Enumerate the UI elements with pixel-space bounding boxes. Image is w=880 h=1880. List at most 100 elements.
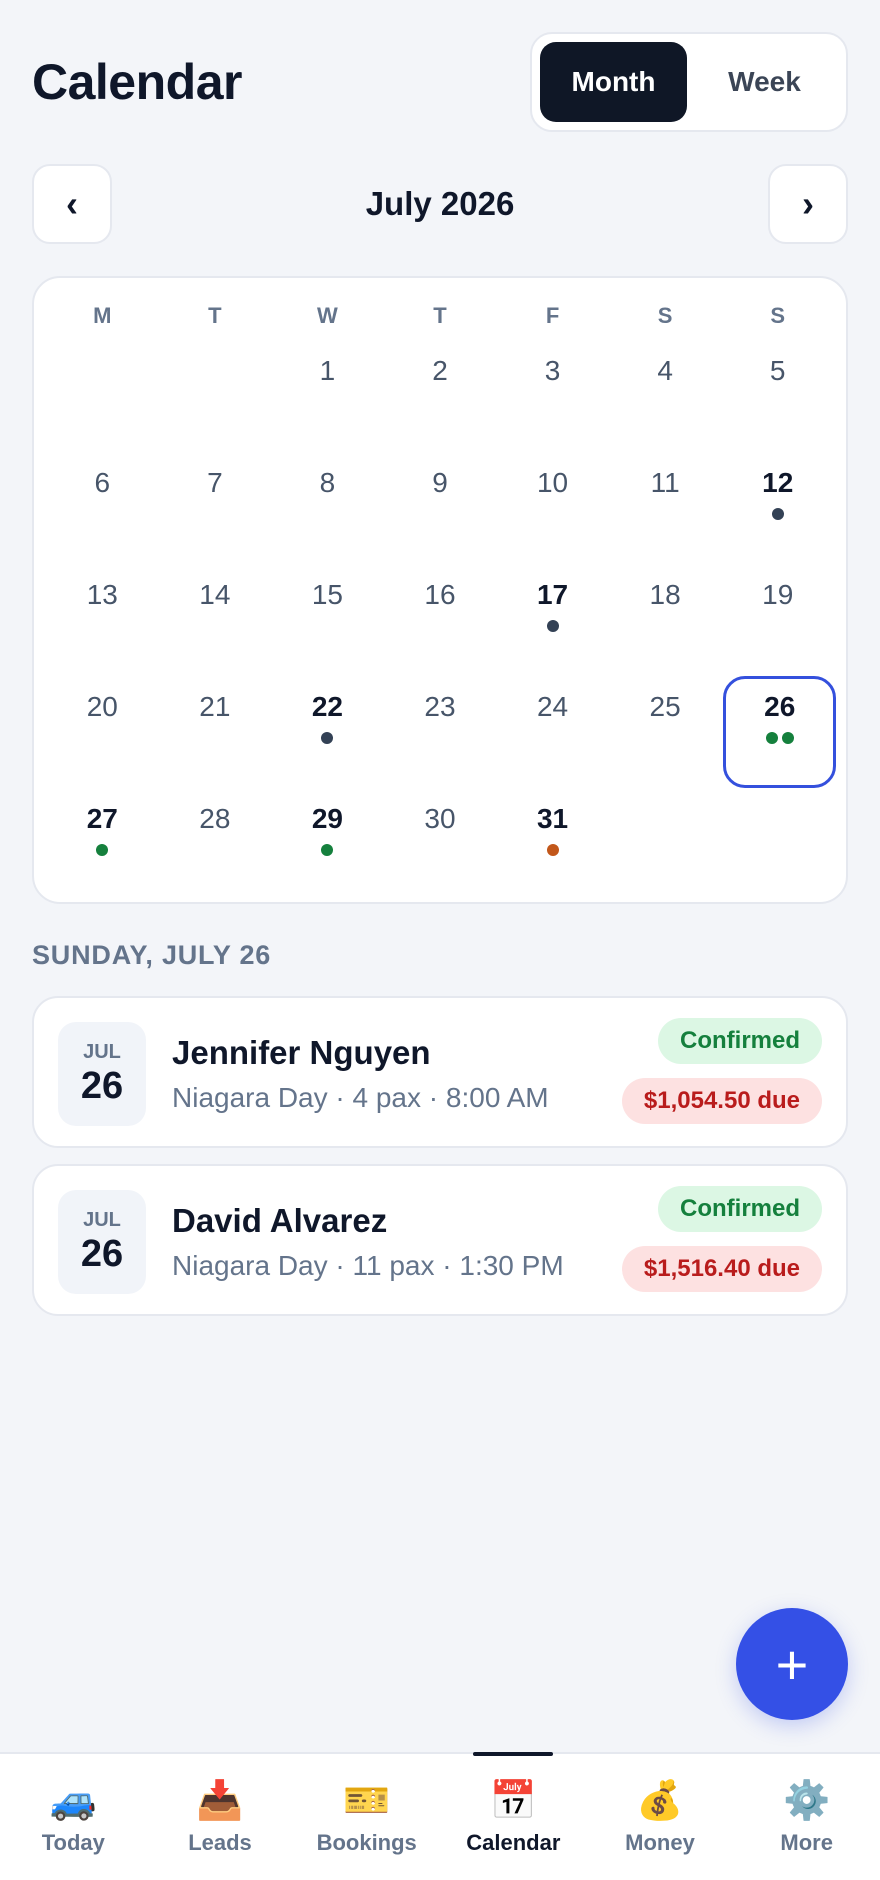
day-cell[interactable]: 1 bbox=[271, 340, 384, 452]
event-dot bbox=[771, 508, 784, 520]
weekday-label: M bbox=[93, 303, 112, 328]
plus-icon: + bbox=[775, 1632, 809, 1696]
event-indicators bbox=[765, 732, 794, 744]
event-indicators bbox=[321, 732, 334, 744]
day-number: 26 bbox=[764, 691, 796, 722]
day-cell[interactable]: 13 bbox=[46, 564, 159, 676]
event-indicators bbox=[96, 844, 109, 856]
weekday-label: T bbox=[208, 303, 222, 328]
status-badge: Confirmed bbox=[658, 1186, 822, 1232]
empty-day-cell bbox=[46, 340, 159, 452]
ticket-icon: 🎫 bbox=[343, 1780, 391, 1822]
nav-item-label: More bbox=[780, 1830, 833, 1855]
week-view-button[interactable]: Week bbox=[691, 42, 838, 122]
day-cell[interactable]: 29 bbox=[271, 788, 384, 900]
day-number: 14 bbox=[199, 579, 231, 610]
day-number: 20 bbox=[86, 691, 118, 722]
day-cell[interactable]: 11 bbox=[609, 452, 722, 564]
day-cell[interactable]: 28 bbox=[159, 788, 272, 900]
event-dot bbox=[321, 732, 334, 744]
day-cell[interactable]: 4 bbox=[609, 340, 722, 452]
day-number: 11 bbox=[650, 467, 680, 498]
day-cell[interactable]: 8 bbox=[271, 452, 384, 564]
day-cell[interactable]: 7 bbox=[159, 452, 272, 564]
nav-item-bookings[interactable]: 🎫 Bookings bbox=[293, 1754, 440, 1880]
weekday-label: T bbox=[433, 303, 447, 328]
day-number: 28 bbox=[199, 803, 231, 834]
day-number: 10 bbox=[536, 467, 569, 498]
day-cell-selected[interactable]: 26 bbox=[723, 676, 836, 788]
day-number: 21 bbox=[199, 691, 231, 722]
day-cell[interactable]: 3 bbox=[496, 340, 609, 452]
day-cell[interactable]: 30 bbox=[384, 788, 497, 900]
month-view-button[interactable]: Month bbox=[540, 42, 687, 122]
booking-month: JUL bbox=[83, 1040, 121, 1063]
day-cell[interactable]: 20 bbox=[46, 676, 159, 788]
day-number: 1 bbox=[319, 355, 336, 386]
weekday-label: F bbox=[545, 303, 560, 328]
amount-due-badge: $1,054.50 due bbox=[621, 1078, 822, 1124]
day-number: 12 bbox=[762, 467, 794, 498]
day-number: 9 bbox=[432, 467, 448, 498]
day-cell[interactable]: 31 bbox=[496, 788, 609, 900]
booking-day: 26 bbox=[80, 1232, 124, 1275]
booking-details: Niagara Day · 11 pax · 1:30 PM bbox=[172, 1250, 564, 1281]
day-number: 7 bbox=[207, 467, 223, 498]
booking-day: 26 bbox=[80, 1064, 124, 1107]
day-cell[interactable]: 27 bbox=[46, 788, 159, 900]
add-booking-button[interactable]: + bbox=[736, 1608, 848, 1720]
event-dot bbox=[546, 620, 559, 632]
empty-day-cell bbox=[159, 340, 272, 452]
nav-item-label: Money bbox=[625, 1830, 695, 1855]
weekday-label: W bbox=[317, 303, 338, 328]
day-number: 24 bbox=[536, 691, 569, 722]
day-cell[interactable]: 2 bbox=[384, 340, 497, 452]
day-number: 4 bbox=[657, 355, 673, 386]
day-number: 18 bbox=[649, 579, 681, 610]
day-cell[interactable]: 21 bbox=[159, 676, 272, 788]
day-cell[interactable]: 10 bbox=[496, 452, 609, 564]
page-title: Calendar bbox=[32, 54, 242, 110]
next-month-button[interactable]: › bbox=[768, 164, 848, 244]
day-cell[interactable]: 6 bbox=[46, 452, 159, 564]
day-cell[interactable]: 19 bbox=[721, 564, 834, 676]
nav-item-more[interactable]: ⚙️ More bbox=[733, 1754, 880, 1880]
day-cell[interactable]: 23 bbox=[384, 676, 497, 788]
weekday-header: M T W T F S S bbox=[46, 294, 834, 338]
day-cell[interactable]: 25 bbox=[609, 676, 722, 788]
money-bag-icon: 💰 bbox=[636, 1780, 684, 1822]
day-cell[interactable]: 18 bbox=[609, 564, 722, 676]
nav-item-today[interactable]: 🚙 Today bbox=[0, 1754, 147, 1880]
day-cell[interactable]: 22 bbox=[271, 676, 384, 788]
day-cell[interactable]: 14 bbox=[159, 564, 272, 676]
previous-month-button[interactable]: ‹ bbox=[32, 164, 112, 244]
day-number: 3 bbox=[544, 355, 561, 386]
day-cell[interactable]: 17 bbox=[496, 564, 609, 676]
day-cell[interactable]: 16 bbox=[384, 564, 497, 676]
day-cell[interactable]: 12 bbox=[721, 452, 834, 564]
day-cell[interactable]: 9 bbox=[384, 452, 497, 564]
calendar-screen: Calendar Month Week ‹ July 2026 › M T W … bbox=[0, 0, 880, 1880]
day-number: 2 bbox=[432, 355, 448, 386]
nav-item-calendar[interactable]: 📅 Calendar bbox=[440, 1752, 587, 1880]
day-number: 13 bbox=[86, 579, 118, 610]
event-dot bbox=[321, 844, 334, 856]
booking-card[interactable]: JUL 26 Jennifer Nguyen Niagara Day · 4 p… bbox=[32, 996, 848, 1148]
nav-item-money[interactable]: 💰 Money bbox=[587, 1754, 734, 1880]
day-number: 25 bbox=[649, 691, 681, 722]
day-number: 16 bbox=[424, 579, 456, 610]
booking-date-chip: JUL 26 bbox=[58, 1022, 146, 1126]
status-badge: Confirmed bbox=[658, 1018, 822, 1064]
booking-card[interactable]: JUL 26 David Alvarez Niagara Day · 11 pa… bbox=[32, 1164, 848, 1316]
header: Calendar Month Week bbox=[32, 32, 848, 132]
nav-item-leads[interactable]: 📥 Leads bbox=[147, 1754, 294, 1880]
event-dot bbox=[765, 732, 778, 744]
day-cell[interactable]: 5 bbox=[721, 340, 834, 452]
day-cell[interactable]: 24 bbox=[496, 676, 609, 788]
day-number: 27 bbox=[86, 803, 118, 834]
day-cell[interactable]: 15 bbox=[271, 564, 384, 676]
month-calendar: M T W T F S S 1 2 3 4 5 6 7 8 9 10 11 12 13 14 15 16 17 1… bbox=[32, 276, 848, 904]
gear-icon: ⚙️ bbox=[783, 1780, 831, 1822]
day-number: 19 bbox=[762, 579, 794, 610]
day-number: 15 bbox=[311, 579, 343, 610]
